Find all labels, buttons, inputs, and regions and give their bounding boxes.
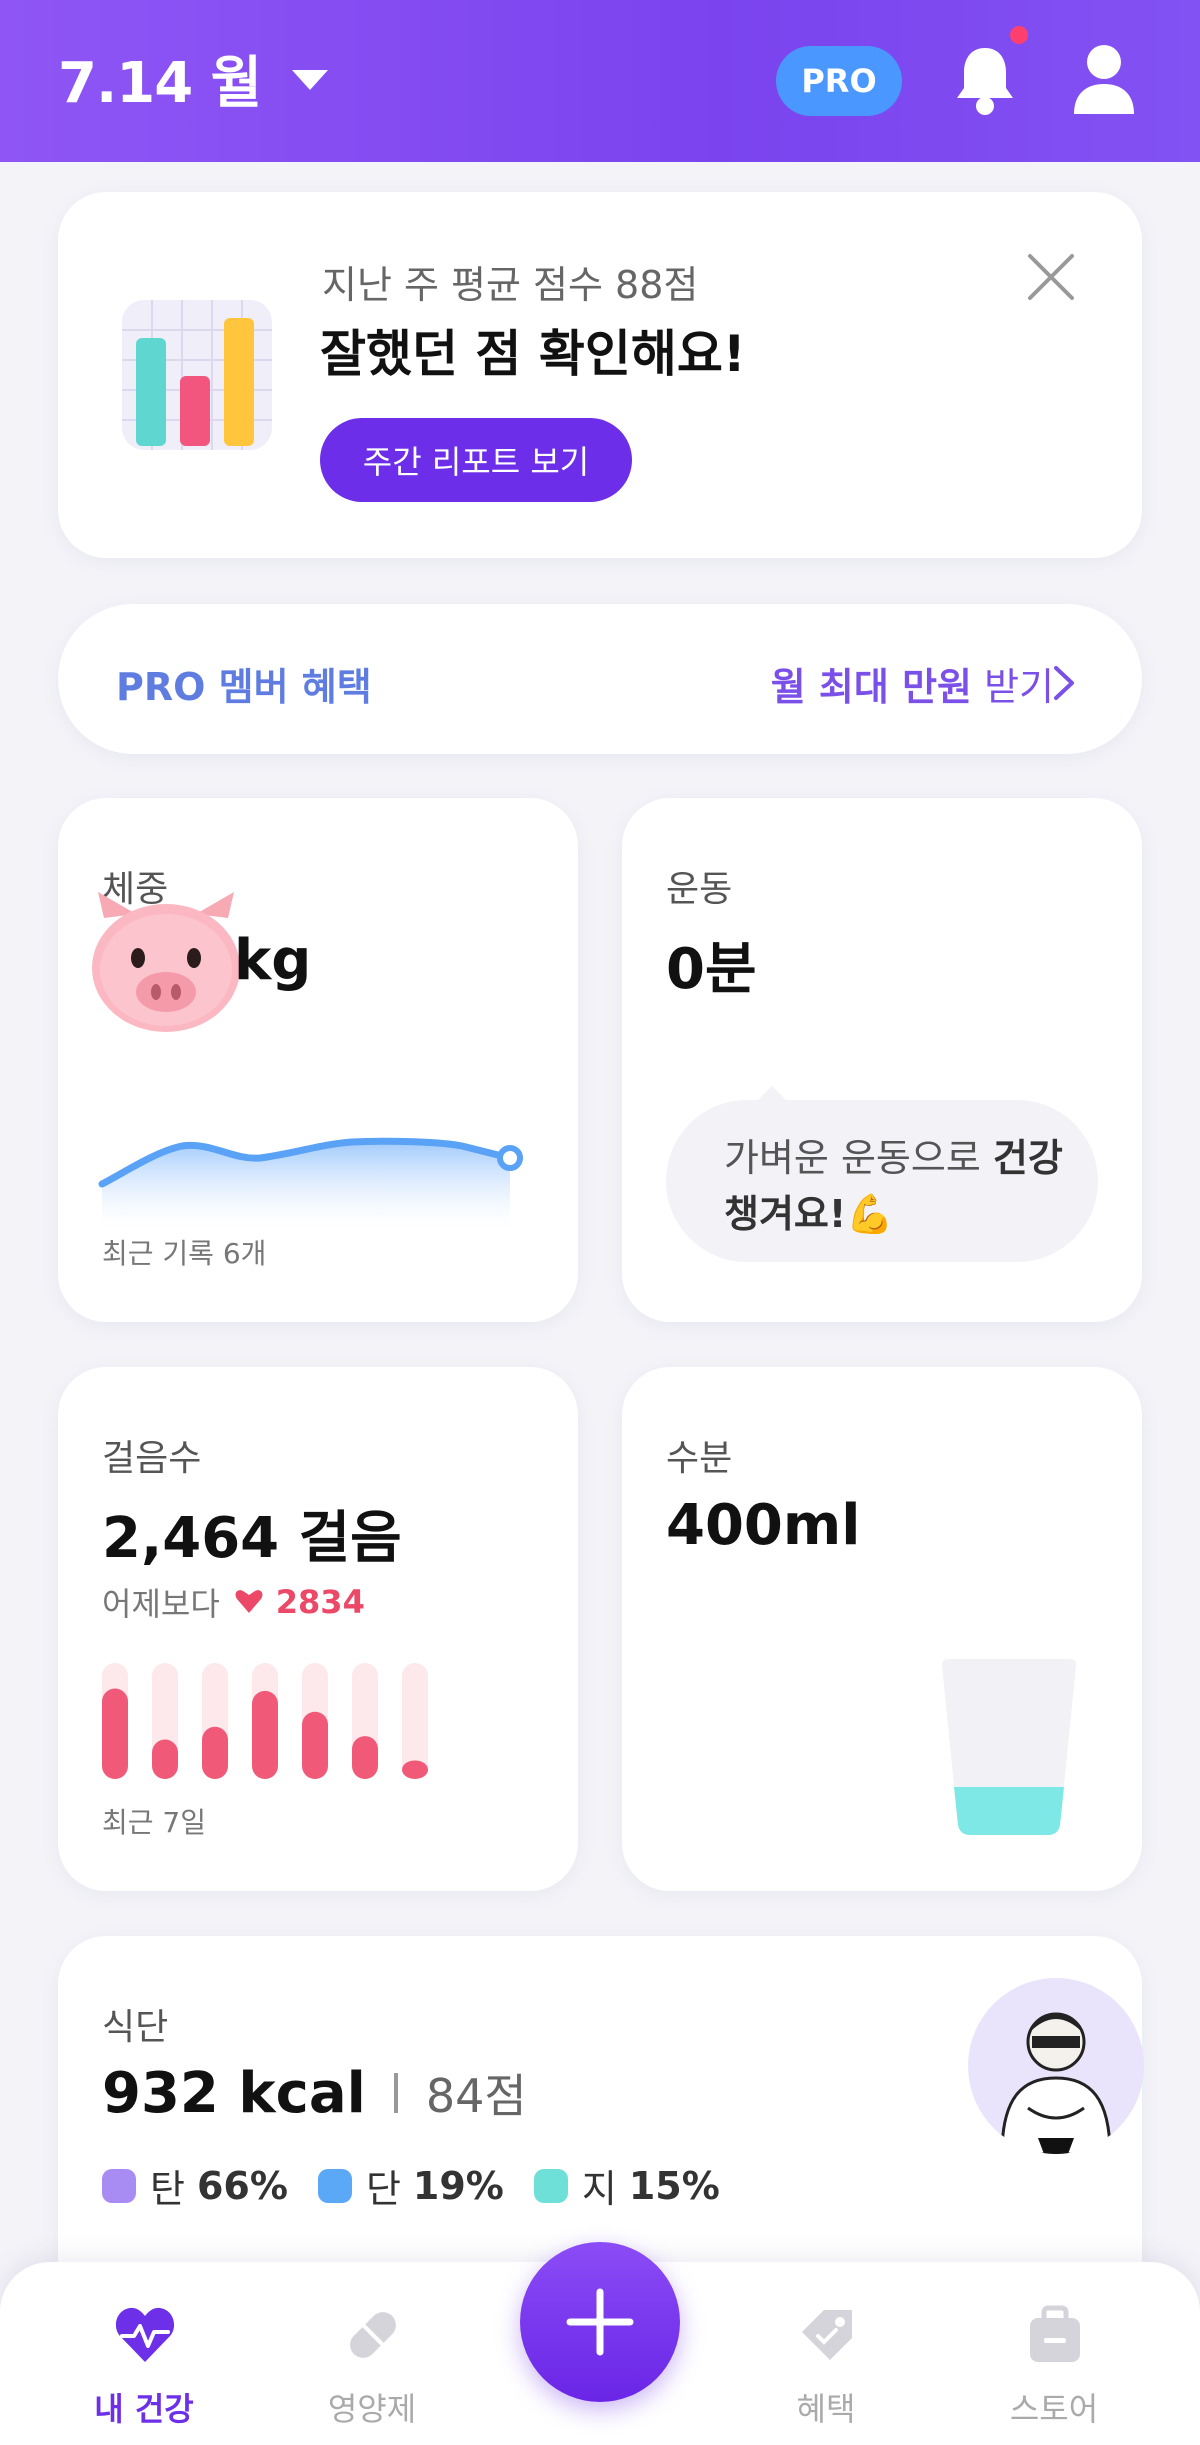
exercise-value: 0분 [666,937,757,1002]
fat-color-dot [533,2168,568,2203]
close-icon[interactable] [1024,250,1078,304]
chevron-down-icon[interactable] [292,70,328,90]
weight-tile[interactable]: 체중 kg 최근 기록 6개 [58,798,578,1322]
exercise-tile[interactable]: 운동 0분 가벼운 운동으로 건강 챙겨요!💪 [622,798,1142,1322]
water-value: 400ml [666,1493,861,1558]
divider [393,2073,398,2113]
heart-pulse-icon [115,2307,175,2362]
comparison-label: 어제보다 [102,1585,220,1623]
tab-supplements[interactable]: 영양제 [262,2262,482,2445]
macro-breakdown: 탄 66% 단 19% 지 15% [102,2158,750,2213]
weight-footer: 최근 기록 6개 [102,1237,267,1270]
pro-badge[interactable]: PRO [776,46,902,116]
water-tile[interactable]: 수분 400ml [622,1367,1142,1891]
steps-bar [302,1711,328,1779]
coach-avatar[interactable] [968,1978,1144,2154]
diet-label: 식단 [102,2007,169,2048]
pill-icon [350,2312,396,2358]
macro-fat: 지 15% [533,2158,720,2213]
macro-name: 단 [365,2167,401,2211]
pro-benefit-action: 받기 [972,665,1054,709]
macro-protein: 단 19% [317,2158,504,2213]
tab-label: 혜택 [796,2390,856,2428]
store-bag-icon [1030,2305,1080,2362]
tip-text: 가벼운 운동으로 [724,1136,993,1180]
steps-label: 걸음수 [102,1438,202,1479]
steps-tile[interactable]: 걸음수 2,464 걸음 어제보다 2834 최근 7일 [58,1367,578,1891]
steps-footer: 최근 7일 [102,1806,206,1839]
steps-value: 2,464 걸음 [102,1506,402,1571]
macro-pct: 19% [412,2163,504,2208]
weekly-report-button[interactable]: 주간 리포트 보기 [320,418,632,502]
tag-icon [802,2310,852,2360]
macro-pct: 15% [628,2163,720,2208]
pro-benefit-link[interactable]: 월 최대 만원 받기 [771,656,1054,711]
flexed-bicep-icon: 💪 [846,1192,894,1236]
bell-icon[interactable] [952,42,1018,118]
diet-kcal: 932 kcal [102,2060,366,2126]
water-label: 수분 [666,1438,733,1479]
pro-benefit-label: PRO 멤버 혜택 [116,665,372,709]
steps-bar [252,1690,278,1779]
steps-bar [352,1736,378,1779]
report-subtitle: 지난 주 평균 점수 88점 [322,263,699,307]
pro-benefit-amount: 월 최대 만원 [770,665,972,709]
bar-chart-icon [122,300,272,450]
macro-name: 지 [581,2167,617,2211]
steps-comparison: 어제보다 2834 [102,1579,365,1625]
user-icon[interactable] [1072,42,1136,116]
exercise-tip-bubble: 가벼운 운동으로 건강 챙겨요!💪 [666,1100,1098,1262]
tab-label: 영양제 [327,2390,417,2428]
protein-color-dot [317,2168,352,2203]
chevron-right-icon [1054,666,1074,700]
water-level [954,1787,1064,1835]
tab-benefits[interactable]: 혜택 [716,2262,936,2445]
steps-bar [102,1688,128,1779]
tab-label: 스토어 [1009,2390,1099,2428]
plus-icon [566,2288,634,2356]
down-triangle-icon [235,1590,263,1613]
steps-bar-chart [102,1663,428,1779]
macro-name: 탄 [150,2167,185,2211]
weekly-report-card[interactable]: 지난 주 평균 점수 88점 잘했던 점 확인해요! 주간 리포트 보기 [58,192,1142,558]
carbs-color-dot [102,2168,136,2203]
comparison-value: 2834 [275,1583,365,1621]
date-selector[interactable]: 7.14 월 [58,38,262,119]
steps-bar [202,1726,228,1779]
tab-store[interactable]: 스토어 [944,2262,1164,2445]
report-title: 잘했던 점 확인해요! [320,325,746,383]
tab-my-health[interactable]: 내 건강 [34,2262,254,2445]
diet-score: 84점 [425,2069,527,2123]
pro-benefit-banner[interactable]: PRO 멤버 혜택 월 최대 만원 받기 [58,604,1142,754]
pig-icon [92,892,240,1032]
weight-unit: kg [234,928,312,993]
water-cup-icon [942,1659,1076,1835]
steps-bar [152,1739,178,1779]
exercise-label: 운동 [666,869,733,910]
notification-dot [1010,26,1028,44]
add-record-button[interactable] [520,2242,680,2402]
macro-pct: 66% [196,2163,288,2208]
macro-carbs: 탄 66% [102,2158,288,2213]
tab-label: 내 건강 [94,2390,194,2428]
weight-trend-chart [98,1137,523,1228]
steps-bar [402,1760,428,1779]
app-header: 7.14 월 PRO [0,0,1200,162]
